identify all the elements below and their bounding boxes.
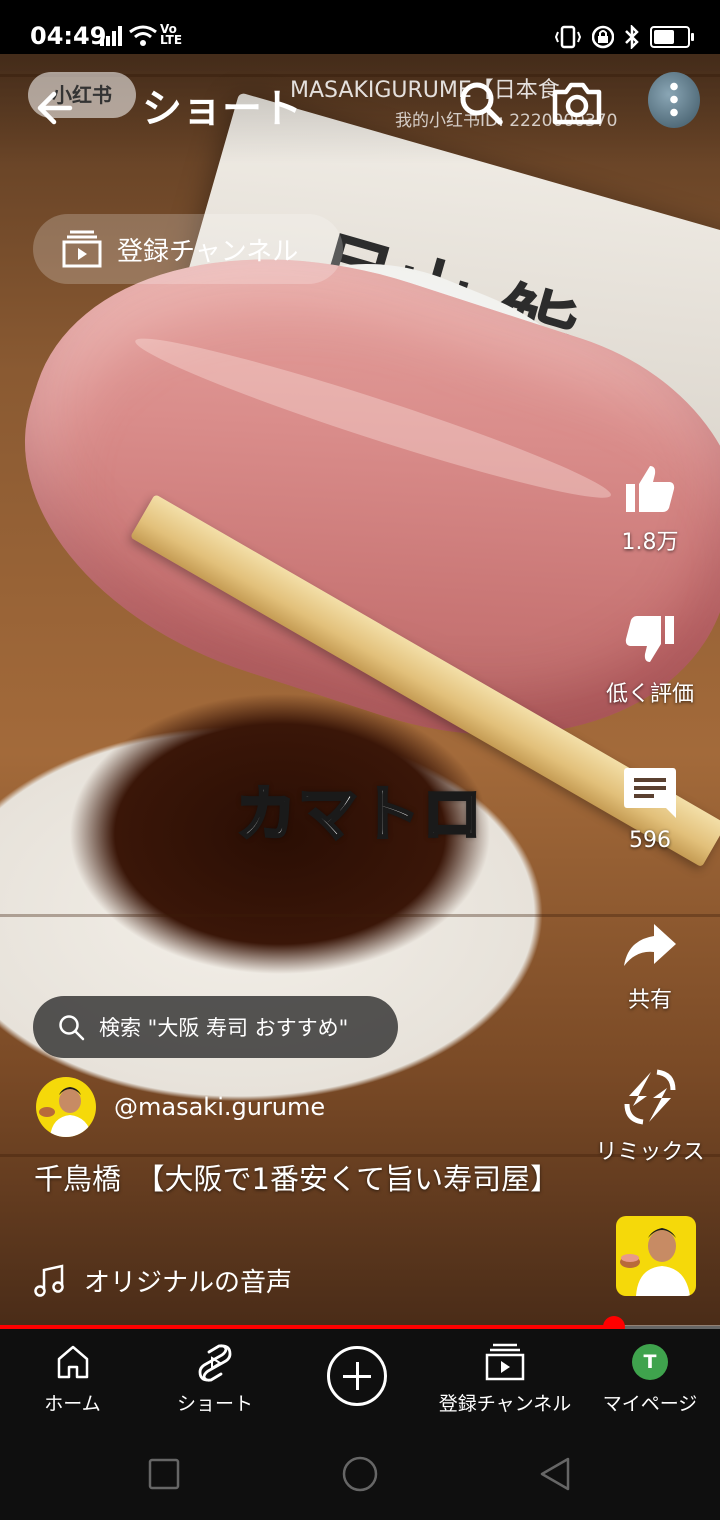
- channel-handle[interactable]: @masaki.gurume: [114, 1093, 325, 1121]
- share-button[interactable]: 共有: [580, 918, 720, 1014]
- share-label: 共有: [627, 988, 672, 1013]
- person-illustration: [620, 1228, 690, 1296]
- comments-button[interactable]: 596: [580, 764, 720, 853]
- like-button[interactable]: 1.8万: [580, 460, 720, 556]
- status-right-icons: [554, 22, 694, 52]
- search-icon[interactable]: [456, 78, 506, 128]
- home-icon: [57, 1345, 88, 1379]
- comment-icon: [624, 768, 676, 818]
- more-dots: [670, 80, 678, 120]
- nav-you-label: マイページ: [602, 1393, 698, 1415]
- network-type-label: LTE: [160, 33, 183, 47]
- subscriptions-icon: [62, 230, 102, 268]
- remix-label: リミックス: [595, 1140, 705, 1165]
- status-bar: 04:49 Vo LTE: [0, 0, 720, 54]
- user-avatar: T: [632, 1344, 668, 1380]
- sound-thumbnail[interactable]: [616, 1216, 696, 1296]
- remix-icon: [624, 1069, 676, 1125]
- signal-icon: [100, 26, 122, 46]
- nav-shorts-label: ショート: [176, 1393, 253, 1415]
- network-label: Vo LTE: [160, 23, 183, 47]
- avatar-illustration: [39, 1087, 92, 1137]
- shorts-icon: [198, 1344, 232, 1382]
- share-icon: [624, 924, 676, 966]
- video-title[interactable]: 千鳥橋 【大阪で1番安くて旨い寿司屋】: [34, 1160, 559, 1198]
- back-triangle-icon[interactable]: [536, 1454, 576, 1494]
- top-bar: 小红书 MASAKIGURUME【日本食 我的小红书ID: 2220000370…: [0, 54, 720, 164]
- back-arrow-icon[interactable]: [30, 80, 86, 136]
- channel-row[interactable]: @masaki.gurume: [36, 1077, 325, 1137]
- subscriptions-icon: [485, 1343, 525, 1381]
- subscriptions-chip[interactable]: 登録チャンネル: [33, 214, 343, 284]
- dislike-label: 低く評価: [605, 682, 694, 707]
- nav-home[interactable]: ホーム: [0, 1329, 145, 1432]
- sound-label: オリジナルの音声: [84, 1268, 293, 1298]
- nav-shorts[interactable]: ショート: [145, 1329, 285, 1432]
- status-time: 04:49: [30, 22, 107, 50]
- fish-highlight: [129, 321, 618, 515]
- remix-button[interactable]: リミックス: [580, 1068, 720, 1166]
- sound-row[interactable]: オリジナルの音声: [34, 1262, 292, 1299]
- watermark-title: MASAKIGURUME【日本食: [290, 78, 560, 103]
- camera-icon[interactable]: [550, 78, 604, 128]
- nav-you[interactable]: T マイページ: [580, 1329, 720, 1432]
- dislike-button[interactable]: 低く評価: [580, 612, 720, 708]
- like-count: 1.8万: [621, 530, 679, 555]
- page-title: ショート: [142, 86, 302, 132]
- thumbs-up-icon: [626, 466, 675, 512]
- home-circle-icon[interactable]: [340, 1454, 380, 1494]
- subscriptions-chip-label: 登録チャンネル: [117, 236, 299, 267]
- search-icon: [59, 1015, 85, 1041]
- wood-grain: [0, 914, 720, 917]
- recents-icon[interactable]: [144, 1454, 184, 1494]
- more-vert-icon[interactable]: [648, 72, 700, 128]
- thumbs-down-icon: [625, 616, 674, 662]
- comment-count: 596: [629, 828, 671, 853]
- channel-avatar[interactable]: [36, 1077, 96, 1137]
- vibrate-icon: [554, 25, 582, 49]
- lock-icon: [592, 25, 614, 49]
- nav-home-label: ホーム: [44, 1393, 101, 1415]
- search-suggestion-text: 検索 "大阪 寿司 おすすめ": [99, 1016, 349, 1040]
- create-button[interactable]: [327, 1346, 387, 1406]
- battery-icon: [650, 26, 694, 48]
- nav-subscriptions[interactable]: 登録チャンネル: [430, 1329, 580, 1432]
- music-note-icon: [34, 1263, 64, 1297]
- search-suggestion-chip[interactable]: 検索 "大阪 寿司 おすすめ": [33, 996, 398, 1058]
- bluetooth-icon: [625, 25, 639, 49]
- system-nav: [0, 1432, 720, 1520]
- bottom-nav: ホーム ショート 登録チャンネル T マイページ: [0, 1329, 720, 1432]
- wifi-icon: [129, 25, 157, 46]
- nav-subscriptions-label: 登録チャンネル: [438, 1393, 572, 1415]
